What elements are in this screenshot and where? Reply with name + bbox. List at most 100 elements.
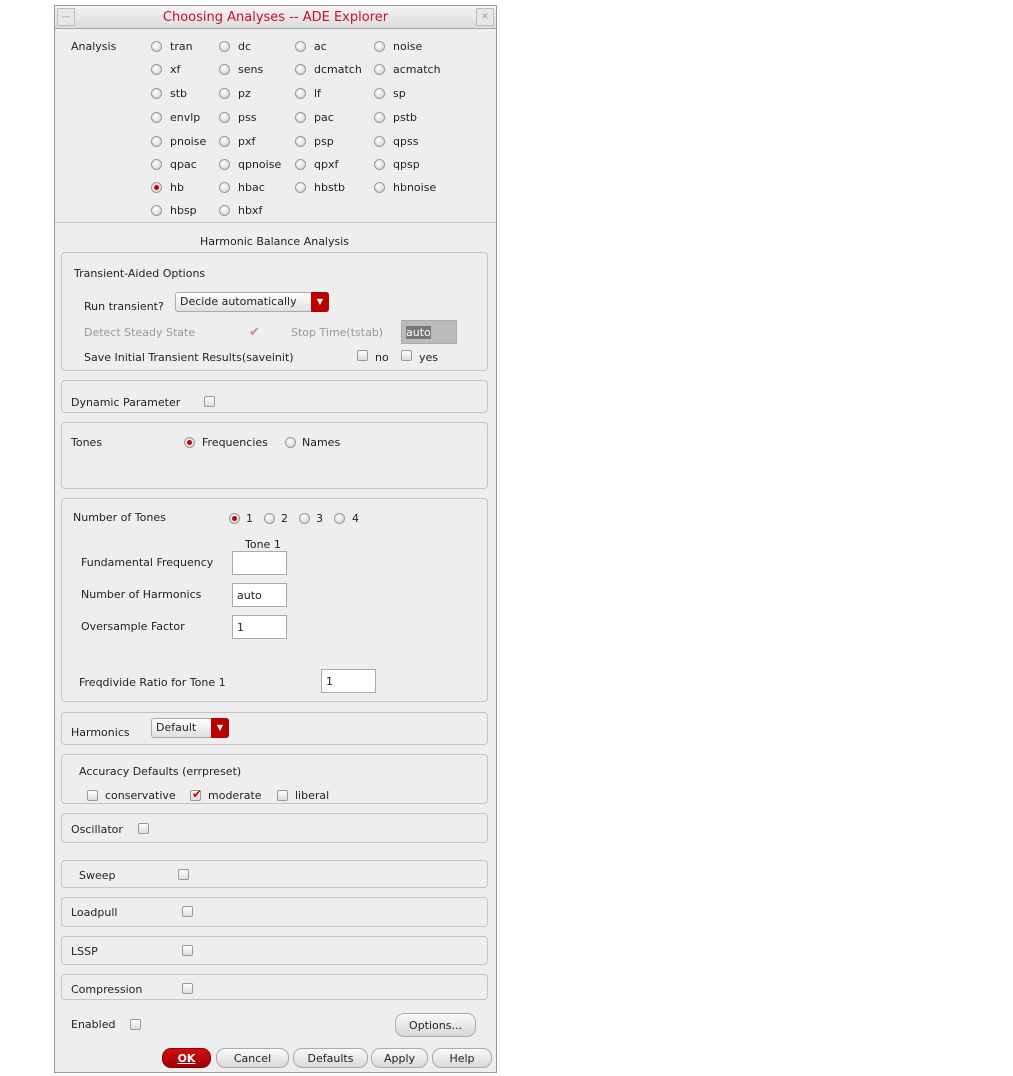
defaults-button[interactable]: Defaults (293, 1048, 368, 1068)
analysis-envlp-radio[interactable] (151, 112, 162, 123)
analysis-stb-radio[interactable] (151, 88, 162, 99)
freqdivide-ratio-input[interactable]: 1 (321, 669, 376, 693)
analysis-qpsp-radio[interactable] (374, 159, 385, 170)
analysis-dc-radio[interactable] (219, 41, 230, 52)
lssp-checkbox[interactable] (182, 945, 193, 956)
oscillator-label: Oscillator (71, 823, 123, 836)
analysis-psp-radio[interactable] (295, 136, 306, 147)
tones-4-radio[interactable] (334, 513, 345, 524)
analysis-sp-radio[interactable] (374, 88, 385, 99)
apply-button[interactable]: Apply (371, 1048, 428, 1068)
analysis-pss-radio[interactable] (219, 112, 230, 123)
chevron-down-icon: ▼ (211, 718, 229, 738)
analysis-hbstb-radio[interactable] (295, 182, 306, 193)
analysis-hbac-radio[interactable] (219, 182, 230, 193)
analysis-label: Analysis (71, 40, 117, 53)
loadpull-label: Loadpull (71, 906, 118, 919)
liberal-checkbox[interactable] (277, 790, 288, 801)
analysis-pstb-radio[interactable] (374, 112, 385, 123)
analysis-hbsp-radio[interactable] (151, 205, 162, 216)
analysis-lf-radio[interactable] (295, 88, 306, 99)
saveinit-yes-checkbox[interactable] (401, 350, 412, 361)
analysis-hbsp-label: hbsp (170, 204, 197, 217)
conservative-label: conservative (105, 789, 176, 802)
analysis-qpac-radio[interactable] (151, 159, 162, 170)
oversample-factor-input[interactable]: 1 (232, 615, 287, 639)
harmonics-label: Harmonics (71, 726, 130, 739)
tones-3-radio[interactable] (299, 513, 310, 524)
detect-steady-state-checkbox[interactable]: ✔ (249, 325, 260, 340)
enabled-checkbox[interactable] (130, 1019, 141, 1030)
sweep-checkbox[interactable] (178, 869, 189, 880)
analysis-qpxf-radio[interactable] (295, 159, 306, 170)
detect-steady-state-label: Detect Steady State (84, 326, 196, 339)
analysis-lf-label: lf (314, 87, 321, 100)
analysis-qpnoise-radio[interactable] (219, 159, 230, 170)
help-button[interactable]: Help (432, 1048, 492, 1068)
analysis-qpxf-label: qpxf (314, 158, 339, 171)
compression-checkbox[interactable] (182, 983, 193, 994)
tones-1-radio[interactable] (229, 513, 240, 524)
fundamental-frequency-input[interactable] (232, 551, 287, 575)
title-bar: — Choosing Analyses -- ADE Explorer ✕ (55, 6, 496, 29)
analysis-sens-radio[interactable] (219, 64, 230, 75)
analysis-dcmatch-radio[interactable] (295, 64, 306, 75)
analysis-psp-label: psp (314, 135, 334, 148)
analysis-pz-label: pz (238, 87, 251, 100)
analysis-acmatch-radio[interactable] (374, 64, 385, 75)
number-of-tones-label: Number of Tones (73, 511, 166, 524)
run-transient-value: Decide automatically (180, 295, 297, 308)
stop-time-input[interactable]: auto (401, 320, 457, 344)
conservative-checkbox[interactable] (87, 790, 98, 801)
analysis-sens-label: sens (238, 63, 264, 76)
tones-names-radio[interactable] (285, 437, 296, 448)
moderate-checkbox[interactable]: ✔ (190, 787, 202, 801)
analysis-tran-radio[interactable] (151, 41, 162, 52)
analysis-xf-radio[interactable] (151, 64, 162, 75)
harmonics-select[interactable]: Default ▼ (151, 718, 229, 738)
analysis-hbnoise-radio[interactable] (374, 182, 385, 193)
dynamic-parameter-label: Dynamic Parameter (71, 396, 181, 409)
analysis-ac-radio[interactable] (295, 41, 306, 52)
saveinit-label: Save Initial Transient Results(saveinit) (84, 351, 294, 364)
number-of-harmonics-input[interactable]: auto (232, 583, 287, 607)
oscillator-checkbox[interactable] (138, 823, 149, 834)
ok-button[interactable]: OK (162, 1048, 211, 1068)
analysis-hbxf-radio[interactable] (219, 205, 230, 216)
analysis-acmatch-label: acmatch (393, 63, 441, 76)
analysis-qpsp-label: qpsp (393, 158, 420, 171)
tones-1-label: 1 (246, 512, 253, 525)
analysis-pac-radio[interactable] (295, 112, 306, 123)
analysis-tran-label: tran (170, 40, 193, 53)
analysis-pac-label: pac (314, 111, 334, 124)
saveinit-no-checkbox[interactable] (357, 350, 368, 361)
analysis-qpss-label: qpss (393, 135, 419, 148)
dynamic-parameter-checkbox[interactable] (204, 396, 215, 407)
tones-2-radio[interactable] (264, 513, 275, 524)
oversample-factor-label: Oversample Factor (81, 620, 185, 633)
analysis-pxf-radio[interactable] (219, 136, 230, 147)
close-icon[interactable]: ✕ (476, 8, 494, 26)
saveinit-yes-label: yes (419, 351, 439, 364)
enabled-label: Enabled (71, 1018, 116, 1031)
analysis-noise-radio[interactable] (374, 41, 385, 52)
options-button[interactable]: Options... (395, 1013, 476, 1037)
analysis-hbstb-label: hbstb (314, 181, 345, 194)
analysis-qpnoise-label: qpnoise (238, 158, 282, 171)
cancel-button[interactable]: Cancel (216, 1048, 289, 1068)
tones-frequencies-radio[interactable] (184, 437, 195, 448)
analysis-qpss-radio[interactable] (374, 136, 385, 147)
run-transient-label: Run transient? (84, 300, 164, 313)
window-title: Choosing Analyses -- ADE Explorer (162, 10, 389, 25)
analysis-hb-radio[interactable] (151, 182, 162, 193)
loadpull-checkbox[interactable] (182, 906, 193, 917)
analysis-pnoise-radio[interactable] (151, 136, 162, 147)
tones-frequencies-label: Frequencies (202, 436, 268, 449)
section-title: Harmonic Balance Analysis (199, 235, 350, 248)
accuracy-label: Accuracy Defaults (errpreset) (79, 765, 242, 778)
run-transient-select[interactable]: Decide automatically ▼ (175, 292, 329, 312)
tones-group (61, 422, 488, 489)
saveinit-no-label: no (375, 351, 389, 364)
analysis-pz-radio[interactable] (219, 88, 230, 99)
oscillator-group (61, 813, 488, 843)
